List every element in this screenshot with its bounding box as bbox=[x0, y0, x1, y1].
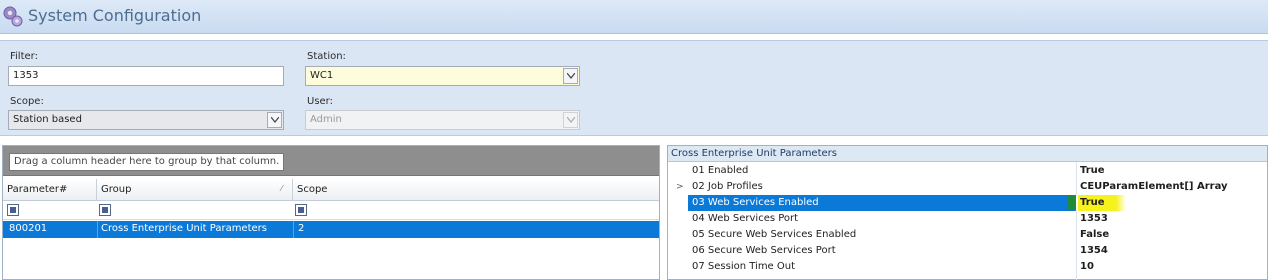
property-value[interactable]: CEUParamElement[] Array bbox=[1076, 179, 1267, 195]
property-row[interactable]: 06 Secure Web Services Port 1354 bbox=[668, 243, 1267, 259]
station-value: WC1 bbox=[310, 70, 334, 81]
group-hint: Drag a column header here to group by th… bbox=[9, 153, 285, 171]
group-panel[interactable]: Drag a column header here to group by th… bbox=[3, 146, 659, 176]
row-gutter bbox=[668, 259, 688, 275]
cell-divider bbox=[97, 221, 98, 238]
property-row[interactable]: > 02 Job Profiles CEUParamElement[] Arra… bbox=[668, 179, 1267, 195]
property-grid-title: Cross Enterprise Unit Parameters bbox=[668, 146, 1267, 162]
row-gutter bbox=[668, 163, 688, 179]
column-header-scope[interactable]: Scope bbox=[293, 179, 659, 201]
cell-divider bbox=[293, 221, 294, 238]
user-value: Admin bbox=[310, 114, 342, 125]
column-headers: Parameter# Group ⁄ Scope bbox=[3, 179, 659, 201]
parameter-grid: Drag a column header here to group by th… bbox=[2, 145, 660, 280]
cell-parameter: 800201 bbox=[9, 223, 48, 234]
property-value[interactable]: True bbox=[1076, 163, 1267, 179]
gear-icon bbox=[3, 6, 23, 27]
scope-label: Scope: bbox=[10, 96, 44, 107]
property-row-selected[interactable]: 03 Web Services Enabled True bbox=[668, 195, 1267, 211]
property-value[interactable]: 1353 bbox=[1076, 211, 1267, 227]
property-value[interactable]: 10 bbox=[1076, 259, 1267, 275]
title-bar: System Configuration bbox=[0, 0, 1268, 34]
property-row[interactable]: 07 Session Time Out 10 bbox=[668, 259, 1267, 275]
scope-value: Station based bbox=[13, 114, 82, 125]
window-title: System Configuration bbox=[28, 6, 202, 25]
user-select: Admin bbox=[305, 110, 580, 130]
filter-input[interactable]: 1353 bbox=[8, 66, 284, 86]
row-gutter bbox=[668, 195, 688, 211]
property-grid: Cross Enterprise Unit Parameters 01 Enab… bbox=[667, 145, 1268, 280]
filter-panel: Filter: 1353 Station: WC1 Scope: Station… bbox=[0, 40, 1268, 136]
row-gutter bbox=[668, 243, 688, 259]
property-name: 03 Web Services Enabled bbox=[688, 195, 1076, 211]
property-name: 06 Secure Web Services Port bbox=[692, 245, 836, 256]
property-name: 05 Secure Web Services Enabled bbox=[692, 229, 857, 240]
filter-cell-icon[interactable] bbox=[295, 204, 307, 216]
filter-cell-icon[interactable] bbox=[7, 204, 19, 216]
row-gutter bbox=[668, 227, 688, 243]
property-value[interactable]: True bbox=[1076, 195, 1267, 211]
chevron-down-icon[interactable] bbox=[267, 112, 282, 128]
property-name: 02 Job Profiles bbox=[692, 181, 763, 192]
property-name: 07 Session Time Out bbox=[692, 261, 796, 272]
station-label: Station: bbox=[307, 51, 346, 62]
property-value[interactable]: 1354 bbox=[1076, 243, 1267, 259]
station-select[interactable]: WC1 bbox=[305, 66, 580, 86]
property-row[interactable]: 05 Secure Web Services Enabled False bbox=[668, 227, 1267, 243]
selection-marker bbox=[1068, 196, 1075, 210]
scope-select[interactable]: Station based bbox=[8, 110, 284, 130]
property-value[interactable]: False bbox=[1076, 227, 1267, 243]
chevron-right-icon[interactable]: > bbox=[676, 182, 684, 192]
property-name: 04 Web Services Port bbox=[692, 213, 799, 224]
cell-group: Cross Enterprise Unit Parameters bbox=[101, 223, 267, 234]
grid-filter-row bbox=[3, 202, 659, 220]
chevron-down-icon bbox=[563, 112, 578, 128]
user-label: User: bbox=[307, 96, 333, 107]
column-header-parameter[interactable]: Parameter# bbox=[3, 179, 97, 201]
filter-cell-icon[interactable] bbox=[99, 204, 111, 216]
column-header-group-label: Group bbox=[101, 184, 132, 195]
property-name: 01 Enabled bbox=[692, 165, 749, 176]
row-gutter bbox=[668, 211, 688, 227]
sort-icon: ⁄ bbox=[281, 184, 283, 193]
property-row[interactable]: 04 Web Services Port 1353 bbox=[668, 211, 1267, 227]
property-row[interactable]: 01 Enabled True bbox=[668, 163, 1267, 179]
chevron-down-icon[interactable] bbox=[563, 68, 578, 84]
filter-label: Filter: bbox=[10, 51, 38, 62]
column-header-group[interactable]: Group bbox=[97, 179, 293, 201]
table-row[interactable]: 800201 Cross Enterprise Unit Parameters … bbox=[3, 221, 659, 238]
cell-scope: 2 bbox=[298, 223, 305, 234]
